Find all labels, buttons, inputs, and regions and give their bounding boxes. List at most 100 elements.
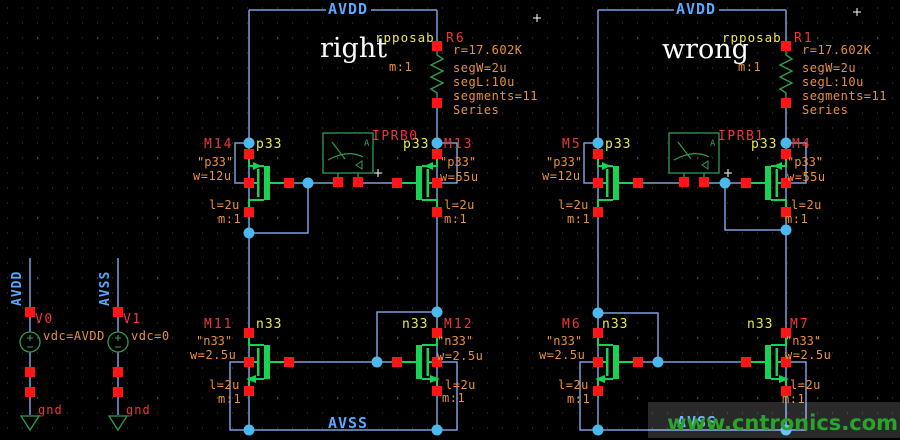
pin[interactable] bbox=[392, 357, 402, 367]
resistor-R1[interactable] bbox=[780, 46, 792, 103]
net-label-avdd-left[interactable]: AVDD bbox=[328, 0, 368, 18]
label-transistors-0-cell[interactable]: p33 bbox=[256, 137, 282, 152]
device-pins[interactable] bbox=[25, 41, 791, 397]
label-resistors-0-mult[interactable]: m:1 bbox=[389, 60, 412, 74]
label-transistors-1-mult[interactable]: m:1 bbox=[444, 212, 467, 226]
label-transistors-2-model[interactable]: "p33" bbox=[546, 155, 582, 169]
label-probes-0-name[interactable]: IPRB0 bbox=[372, 129, 419, 144]
label-transistors-3-name[interactable]: M4 bbox=[792, 137, 812, 152]
transistor-M5[interactable] bbox=[598, 154, 638, 212]
resistor-R6[interactable] bbox=[431, 46, 443, 103]
label-resistors-0-props-0[interactable]: r=17.602K bbox=[453, 43, 523, 57]
label-transistors-2-w[interactable]: w=12u bbox=[542, 169, 581, 183]
label-sources-1-net[interactable]: AVSS bbox=[98, 271, 113, 306]
pin[interactable] bbox=[593, 386, 603, 396]
label-transistors-3-l[interactable]: l=2u bbox=[791, 198, 822, 212]
transistor-M13[interactable] bbox=[397, 154, 437, 212]
label-sources-0-name[interactable]: V0 bbox=[35, 312, 54, 327]
pin[interactable] bbox=[244, 149, 254, 159]
label-transistors-5-name[interactable]: M12 bbox=[444, 317, 473, 332]
pin[interactable] bbox=[432, 386, 442, 396]
pin[interactable] bbox=[699, 177, 709, 187]
label-transistors-4-cell[interactable]: n33 bbox=[256, 317, 282, 332]
pin[interactable] bbox=[113, 387, 123, 397]
label-transistors-5-model[interactable]: "n33" bbox=[437, 334, 473, 348]
pin[interactable] bbox=[432, 98, 442, 108]
pin[interactable] bbox=[741, 178, 751, 188]
label-transistors-4-l[interactable]: l=2u bbox=[209, 378, 240, 392]
pin[interactable] bbox=[679, 177, 689, 187]
label-transistors-7-name[interactable]: M7 bbox=[790, 317, 810, 332]
pin[interactable] bbox=[741, 357, 751, 367]
label-transistors-2-mult[interactable]: m:1 bbox=[567, 212, 590, 226]
pin[interactable] bbox=[244, 386, 254, 396]
current-probe-IPRB1[interactable]: A bbox=[669, 133, 719, 182]
pin[interactable] bbox=[25, 367, 35, 377]
label-resistors-1-props-1[interactable]: segW=2u bbox=[802, 61, 856, 75]
pin[interactable] bbox=[333, 177, 343, 187]
label-resistors-0-props-4[interactable]: Series bbox=[453, 103, 499, 117]
label-transistors-5-l[interactable]: l=2u bbox=[445, 378, 476, 392]
label-transistors-0-mult[interactable]: m:1 bbox=[218, 212, 241, 226]
label-transistors-5-cell[interactable]: n33 bbox=[402, 317, 428, 332]
pin[interactable] bbox=[113, 367, 123, 377]
label-resistors-0-props-3[interactable]: segments=11 bbox=[453, 89, 538, 103]
label-resistors-1-props-3[interactable]: segments=11 bbox=[802, 89, 887, 103]
pin[interactable] bbox=[244, 357, 254, 367]
label-sources-0-ground[interactable]: gnd bbox=[38, 403, 63, 417]
label-transistors-3-mult[interactable]: m:1 bbox=[785, 212, 808, 226]
label-transistors-0-name[interactable]: M14 bbox=[204, 137, 233, 152]
label-probes-1-name[interactable]: IPRB1 bbox=[718, 129, 765, 144]
label-transistors-1-model[interactable]: "p33" bbox=[440, 155, 476, 169]
transistor-M4[interactable] bbox=[746, 154, 786, 212]
pin[interactable] bbox=[593, 149, 603, 159]
label-transistors-1-w[interactable]: w=55u bbox=[440, 170, 479, 184]
label-transistors-7-l[interactable]: l=2u bbox=[790, 378, 821, 392]
transistor-M14[interactable] bbox=[249, 154, 289, 212]
label-transistors-6-mult[interactable]: m:1 bbox=[567, 392, 590, 406]
current-probe-IPRB0[interactable]: A bbox=[323, 133, 373, 182]
label-transistors-6-model[interactable]: "n33" bbox=[546, 334, 582, 348]
devices[interactable]: AA bbox=[20, 46, 792, 430]
label-transistors-6-w[interactable]: w=2.5u bbox=[539, 348, 585, 362]
pin[interactable] bbox=[244, 328, 254, 338]
label-transistors-3-w[interactable]: w=55u bbox=[787, 170, 826, 184]
pin[interactable] bbox=[353, 177, 363, 187]
label-transistors-4-mult[interactable]: m:1 bbox=[218, 392, 241, 406]
pin[interactable] bbox=[781, 41, 791, 51]
label-resistors-1-props-0[interactable]: r=17.602K bbox=[802, 43, 872, 57]
label-transistors-2-l[interactable]: l=2u bbox=[558, 198, 589, 212]
pin[interactable] bbox=[284, 178, 294, 188]
pin[interactable] bbox=[593, 207, 603, 217]
pin[interactable] bbox=[25, 387, 35, 397]
pin[interactable] bbox=[392, 178, 402, 188]
labels[interactable]: M14p33"p33"w=12ul=2um:1M13p33"p33"w=55ul… bbox=[10, 0, 887, 432]
label-transistors-1-name[interactable]: M13 bbox=[444, 137, 473, 152]
label-transistors-4-w[interactable]: w=2.5u bbox=[190, 348, 236, 362]
label-transistors-6-cell[interactable]: n33 bbox=[602, 317, 628, 332]
pin[interactable] bbox=[284, 357, 294, 367]
label-sources-0-net[interactable]: AVDD bbox=[10, 271, 25, 306]
label-sources-1-param[interactable]: vdc=0 bbox=[131, 329, 170, 343]
label-resistors-0-props-1[interactable]: segW=2u bbox=[453, 61, 507, 75]
pin[interactable] bbox=[432, 207, 442, 217]
pin[interactable] bbox=[593, 357, 603, 367]
pin[interactable] bbox=[781, 98, 791, 108]
label-transistors-6-name[interactable]: M6 bbox=[562, 317, 582, 332]
pin[interactable] bbox=[633, 357, 643, 367]
label-transistors-3-model[interactable]: "p33" bbox=[787, 155, 823, 169]
label-transistors-0-w[interactable]: w=12u bbox=[193, 169, 232, 183]
label-transistors-2-cell[interactable]: p33 bbox=[605, 137, 631, 152]
label-transistors-4-model[interactable]: "n33" bbox=[196, 334, 232, 348]
pin[interactable] bbox=[113, 307, 123, 317]
label-resistors-1-props-4[interactable]: Series bbox=[802, 103, 848, 117]
net-label-avss-left[interactable]: AVSS bbox=[328, 414, 368, 432]
label-transistors-6-l[interactable]: l=2u bbox=[558, 378, 589, 392]
pin[interactable] bbox=[244, 178, 254, 188]
pin[interactable] bbox=[244, 207, 254, 217]
label-transistors-5-w[interactable]: w=2.5u bbox=[437, 349, 483, 363]
label-transistors-1-l[interactable]: l=2u bbox=[444, 198, 475, 212]
label-sources-1-ground[interactable]: gnd bbox=[126, 403, 151, 417]
label-transistors-7-w[interactable]: w=2.5u bbox=[785, 348, 831, 362]
pin[interactable] bbox=[633, 178, 643, 188]
